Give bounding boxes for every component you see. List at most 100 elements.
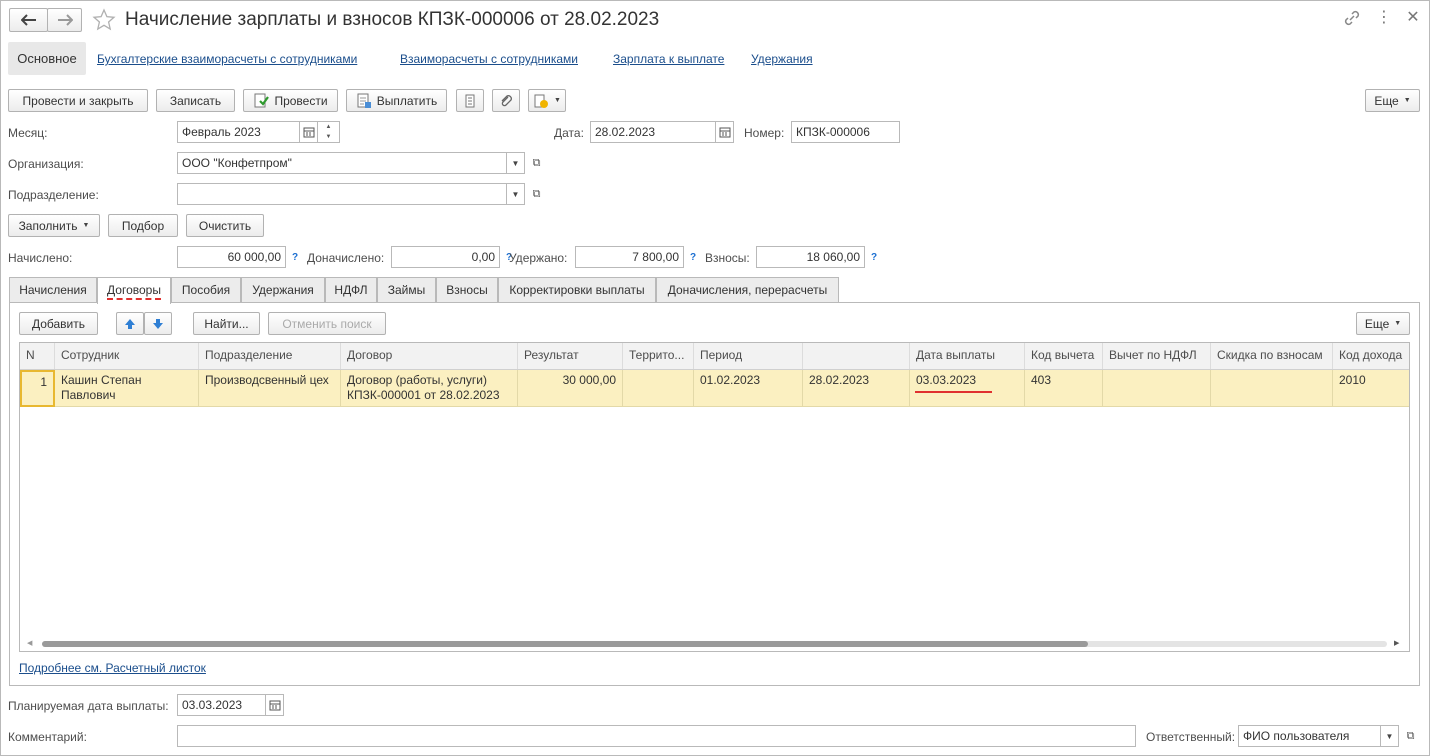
nav-link-withholdings[interactable]: Удержания [751, 52, 813, 66]
tab-recalculations[interactable]: Доначисления, перерасчеты [656, 277, 839, 302]
tab-benefits[interactable]: Пособия [171, 277, 241, 302]
responsible-dropdown-button[interactable]: ▼ [1381, 725, 1399, 747]
department-dropdown-button[interactable]: ▼ [507, 183, 525, 205]
document-list-icon [465, 94, 475, 107]
scroll-left-icon[interactable]: ◀ [27, 639, 32, 647]
more-vertical-icon[interactable]: ⋮ [1376, 9, 1392, 27]
column-header-period[interactable]: Период [694, 343, 803, 369]
planned-date-calendar-button[interactable] [266, 694, 284, 716]
arrow-up-icon [125, 318, 135, 329]
cell-pay-date[interactable]: 03.03.2023 [910, 370, 1025, 407]
tab-contracts[interactable]: Договоры [97, 277, 171, 304]
cell-period-to[interactable]: 28.02.2023 [803, 370, 910, 407]
clear-button[interactable]: Очистить [186, 214, 264, 237]
column-header-contrib-discount[interactable]: Скидка по взносам [1211, 343, 1333, 369]
cell-department[interactable]: Производсвенный цех [199, 370, 341, 407]
post-button[interactable]: Провести [243, 89, 338, 112]
cell-employee[interactable]: Кашин Степан Павлович [55, 370, 199, 407]
cell-contrib-discount[interactable] [1211, 370, 1333, 407]
contributions-value: 18 060,00 [756, 246, 865, 268]
column-header-employee[interactable]: Сотрудник [55, 343, 199, 369]
attach-file-button[interactable] [492, 89, 520, 112]
print-list-button[interactable] [456, 89, 484, 112]
responsible-open-icon[interactable]: ⧉ [1402, 728, 1419, 745]
column-header-deduction-code[interactable]: Код вычета [1025, 343, 1103, 369]
tab-contributions[interactable]: Взносы [436, 277, 498, 302]
nav-link-accounting-settlements[interactable]: Бухгалтерские взаиморасчеты с сотрудника… [97, 52, 357, 66]
contributions-help-icon[interactable]: ? [871, 252, 877, 263]
cell-ndfl-deduction[interactable] [1103, 370, 1211, 407]
move-up-button[interactable] [116, 312, 144, 335]
pay-button[interactable]: Выплатить [346, 89, 447, 112]
link-icon[interactable] [1343, 9, 1361, 27]
calendar-icon [303, 127, 314, 138]
column-header-pay-date[interactable]: Дата выплаты [910, 343, 1025, 369]
month-up-icon[interactable]: ▲ [318, 122, 339, 132]
number-field[interactable]: КПЗК-000006 [791, 121, 900, 143]
cell-territory[interactable] [623, 370, 694, 407]
tab-ndfl[interactable]: НДФЛ [325, 277, 377, 302]
fill-button[interactable]: Заполнить ▼ [8, 214, 100, 237]
tab-payment-corrections[interactable]: Корректировки выплаты [498, 277, 656, 302]
column-header-ndfl-deduction[interactable]: Вычет по НДФЛ [1103, 343, 1211, 369]
table-more-button[interactable]: Еще ▼ [1356, 312, 1410, 335]
withheld-value: 7 800,00 [575, 246, 684, 268]
cell-result[interactable]: 30 000,00 [518, 370, 623, 407]
organization-dropdown-button[interactable]: ▼ [507, 152, 525, 174]
save-button[interactable]: Записать [156, 89, 235, 112]
select-button[interactable]: Подбор [108, 214, 178, 237]
close-icon[interactable]: ✕ [1405, 9, 1421, 27]
column-header-contract[interactable]: Договор [341, 343, 518, 369]
tab-accruals[interactable]: Начисления [9, 277, 97, 302]
scroll-right-icon[interactable]: ▶ [1394, 639, 1399, 647]
accrued-help-icon[interactable]: ? [292, 252, 298, 263]
favorite-star-icon[interactable] [92, 8, 116, 32]
tab-withholdings[interactable]: Удержания [241, 277, 325, 302]
horizontal-scrollbar-thumb[interactable] [42, 641, 1088, 647]
move-down-button[interactable] [144, 312, 172, 335]
nav-tab-main[interactable]: Основное [8, 42, 86, 75]
forward-button[interactable] [47, 8, 82, 32]
cell-n[interactable]: 1 [20, 370, 55, 407]
page-title: Начисление зарплаты и взносов КПЗК-00000… [125, 9, 660, 30]
date-calendar-button[interactable] [716, 121, 734, 143]
post-and-close-button[interactable]: Провести и закрыть [8, 89, 148, 112]
create-based-on-button[interactable]: ▼ [528, 89, 566, 112]
cell-income-code[interactable]: 2010 [1333, 370, 1409, 407]
nav-link-salary-payable[interactable]: Зарплата к выплате [613, 52, 724, 66]
cell-contract[interactable]: Договор (работы, услуги) КПЗК-000001 от … [341, 370, 518, 407]
withheld-help-icon[interactable]: ? [690, 252, 696, 263]
cell-period-from[interactable]: 01.02.2023 [694, 370, 803, 407]
organization-open-icon[interactable]: ⧉ [528, 155, 545, 172]
accrued-value: 60 000,00 [177, 246, 286, 268]
column-header-territory[interactable]: Террито... [623, 343, 694, 369]
organization-field[interactable]: ООО "Конфетпром" [177, 152, 507, 174]
department-open-icon[interactable]: ⧉ [528, 186, 545, 203]
month-down-icon[interactable]: ▼ [318, 132, 339, 142]
date-label: Дата: [554, 126, 584, 140]
chevron-down-icon: ▼ [511, 189, 520, 199]
department-field[interactable] [177, 183, 507, 205]
month-calendar-button[interactable] [300, 121, 318, 143]
comment-field[interactable] [177, 725, 1136, 747]
column-header-income-code[interactable]: Код дохода [1333, 343, 1409, 369]
add-row-button[interactable]: Добавить [19, 312, 98, 335]
back-button[interactable] [9, 8, 48, 32]
more-button[interactable]: Еще ▼ [1365, 89, 1420, 112]
chevron-down-icon: ▼ [1403, 97, 1411, 104]
find-button[interactable]: Найти... [193, 312, 260, 335]
column-header-period-end[interactable] [803, 343, 910, 369]
month-spinner[interactable]: ▲ ▼ [318, 121, 340, 143]
responsible-field[interactable]: ФИО пользователя [1238, 725, 1381, 747]
cancel-search-button[interactable]: Отменить поиск [268, 312, 386, 335]
planned-date-field[interactable]: 03.03.2023 [177, 694, 266, 716]
payslip-link[interactable]: Подробнее см. Расчетный листок [19, 661, 206, 675]
tab-loans[interactable]: Займы [377, 277, 436, 302]
month-field[interactable]: Февраль 2023 [177, 121, 300, 143]
nav-link-employee-settlements[interactable]: Взаиморасчеты с сотрудниками [400, 52, 578, 66]
column-header-n[interactable]: N [20, 343, 55, 369]
date-field[interactable]: 28.02.2023 [590, 121, 716, 143]
column-header-result[interactable]: Результат [518, 343, 623, 369]
column-header-department[interactable]: Подразделение [199, 343, 341, 369]
cell-deduction-code[interactable]: 403 [1025, 370, 1103, 407]
